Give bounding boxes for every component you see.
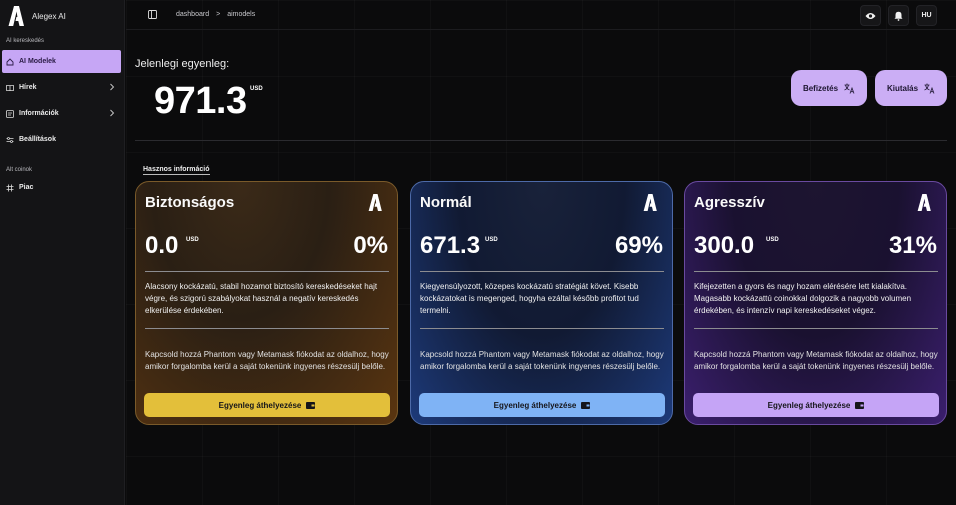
divider [135,140,947,141]
card-unit: USD [766,237,779,243]
brand-name: Alegex AI [32,11,66,21]
brand[interactable]: Alegex AI [0,0,124,28]
strategy-card-aggressive: Agresszív 300.0 USD 31% Kifejezetten a g… [684,181,947,425]
sidebar-item-settings[interactable]: Beállítások [2,128,121,151]
card-percent: 69% [614,232,663,259]
card-unit: USD [186,237,199,243]
sidebar-item-label: Információk [19,110,59,117]
card-note: Kapcsold hozzá Phantom vagy Metamask fió… [420,350,664,371]
withdraw-button[interactable]: Kiutalás [875,70,947,106]
transfer-balance-button[interactable]: Egyenleg áthelyezése [144,393,390,417]
breadcrumb-aimodels[interactable]: aimodels [227,11,255,18]
sidebar-toggle-icon[interactable] [148,10,157,19]
book-icon [6,84,14,91]
card-percent: 0% [353,232,388,259]
hash-icon [6,184,14,191]
card-divider [420,271,664,272]
sliders-icon [6,136,14,143]
strategy-card-safe: Biztonságos 0.0 USD 0% Alacsony kockázat… [135,181,398,425]
card-note: Kapcsold hozzá Phantom vagy Metamask fió… [145,350,389,371]
visibility-button[interactable] [860,5,881,26]
card-title: Agresszív [694,194,765,211]
translate-icon [844,83,855,94]
card-title: Normál [420,194,472,211]
wallet-icon [855,401,865,409]
card-divider [145,271,389,272]
alegex-logo-icon [8,6,24,26]
card-description: Alacsony kockázatú, stabil hozamot bizto… [145,282,378,315]
card-title: Biztonságos [145,194,235,211]
sidebar-item-ai-models[interactable]: AI Modelek [2,50,121,73]
card-description: Kiegyensúlyozott, közepes kockázatú stra… [420,282,639,315]
sidebar-item-label: Hírek [19,84,37,91]
eye-icon [865,12,876,19]
sidebar-item-news[interactable]: Hírek [2,76,121,99]
card-divider [145,328,389,329]
card-note: Kapcsold hozzá Phantom vagy Metamask fió… [694,350,938,371]
button-label: Egyenleg áthelyezése [218,400,302,410]
card-value: 300.0 [694,232,755,259]
sidebar-item-label: Piac [19,184,34,191]
card-percent: 31% [888,232,937,259]
transfer-balance-button[interactable]: Egyenleg áthelyezése [419,393,665,417]
card-value: 0.0 [145,232,179,259]
alegex-logo-icon [917,194,931,211]
sidebar: Alegex AI AI kereskedés AI Modelek Hírek… [0,0,125,505]
info-box-icon [6,109,14,118]
wallet-icon [306,401,316,409]
card-divider [694,328,938,329]
strategy-card-normal: Normál 671.3 USD 69% Kiegyensúlyozott, k… [410,181,673,425]
balance-unit: USD [250,86,263,92]
card-unit: USD [485,237,498,243]
topbar: dashboard > aimodels HU [126,0,956,30]
button-label: Egyenleg áthelyezése [767,400,851,410]
bell-icon [894,11,903,21]
deposit-label: Befizetés [802,83,839,93]
section-label-ai-trading: AI kereskedés [6,38,45,44]
button-label: Egyenleg áthelyezése [493,400,577,410]
main-content: dashboard > aimodels HU Jelenlegi egyenl… [126,0,956,505]
withdraw-label: Kiutalás [886,83,919,93]
sidebar-item-label: Beállítások [19,136,56,143]
chevron-right-icon [110,109,115,117]
card-value: 671.3 [420,232,481,259]
breadcrumb-separator: > [216,11,221,18]
card-divider [694,271,938,272]
balance-value: 971.3 [154,80,247,122]
alegex-logo-icon [643,194,657,211]
chevron-right-icon [110,83,115,91]
wallet-icon [581,401,591,409]
translate-icon [924,83,935,94]
card-divider [420,328,664,329]
sidebar-item-market[interactable]: Piac [2,176,121,199]
sidebar-item-label: AI Modelek [19,58,56,65]
home-icon [6,57,14,65]
balance-label: Jelenlegi egyenleg: [135,58,230,70]
breadcrumb-dashboard[interactable]: dashboard [176,11,209,18]
notifications-button[interactable] [888,5,909,26]
transfer-balance-button[interactable]: Egyenleg áthelyezése [693,393,939,417]
section-label-alt-coins: Alt coinok [6,167,33,173]
sidebar-item-info[interactable]: Információk [2,102,121,125]
card-description: Kifejezetten a gyors és nagy hozam eléré… [694,282,912,315]
breadcrumb: dashboard > aimodels [176,11,255,18]
language-button[interactable]: HU [916,5,937,26]
useful-info-link[interactable]: Hasznos információ [143,166,210,175]
deposit-button[interactable]: Befizetés [791,70,867,106]
alegex-logo-icon [368,194,382,211]
